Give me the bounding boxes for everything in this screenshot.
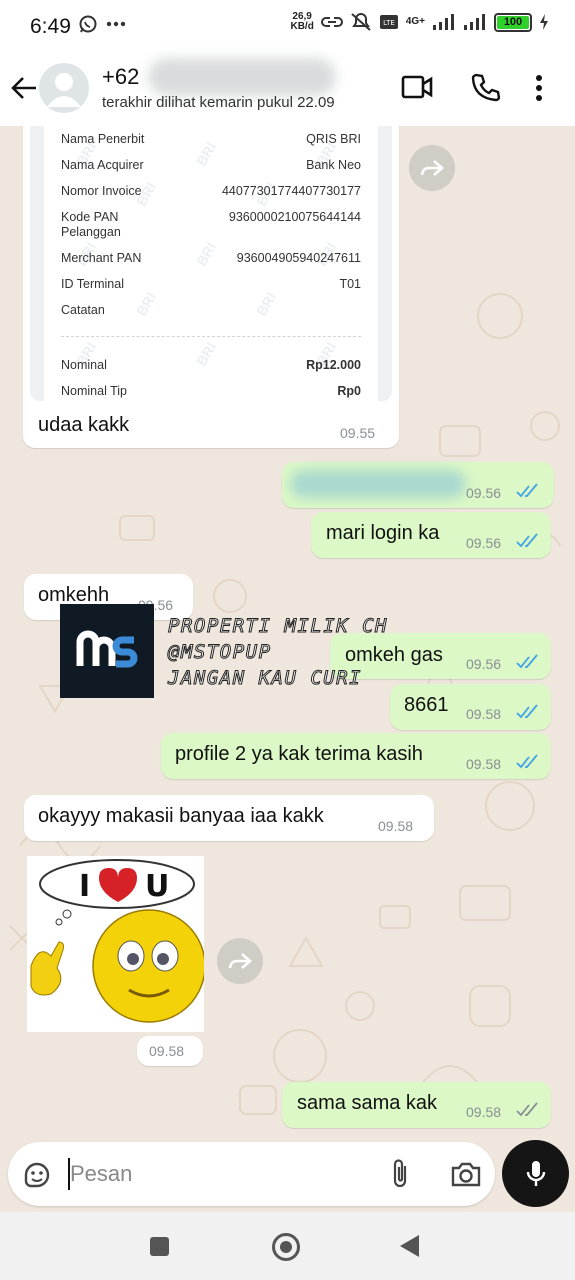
voice-call-icon[interactable]: [470, 72, 500, 102]
chat-header: +62 terakhir dilihat kemarin pukul 22.09: [0, 54, 575, 126]
more-options-icon[interactable]: [535, 74, 543, 102]
message-text: udaa kakk: [38, 414, 130, 436]
message-text: okayyy makasii banyaa iaa kakk: [38, 805, 324, 827]
whatsapp-notification-icon: [79, 15, 97, 33]
message-text: omkeh gas: [345, 644, 443, 666]
message-text: sama sama kak: [297, 1092, 438, 1114]
receipt-label: Nama Acquirer: [61, 158, 144, 172]
read-ticks-icon: [516, 754, 538, 769]
default-avatar-icon: [47, 73, 81, 107]
receipt-value: 936004905940247611: [236, 251, 361, 265]
delivered-ticks-icon: [516, 1102, 538, 1117]
forward-icon: [420, 160, 444, 176]
receipt-label: Nama Penerbit: [61, 132, 145, 146]
voice-record-button[interactable]: [502, 1140, 569, 1207]
receipt-divider: [61, 336, 361, 337]
message-time: 09.58: [378, 818, 414, 834]
mute-icon: [351, 13, 371, 31]
recent-apps-button[interactable]: [150, 1237, 169, 1256]
charging-icon: [540, 14, 548, 30]
receipt-value: T01: [339, 277, 361, 291]
read-ticks-icon: [516, 654, 538, 669]
volte-icon: LTE: [379, 15, 398, 29]
message-time: 09.56: [466, 656, 502, 672]
home-button[interactable]: [272, 1233, 300, 1261]
ms-logo: [60, 604, 154, 698]
message-time: 09.58: [466, 1104, 502, 1120]
status-bar: 6:49 26,9 KB/d LTE 4G+ 100: [0, 0, 575, 54]
message-time: 09.58: [466, 706, 502, 722]
message-text: profile 2 ya kak terima kasih: [175, 743, 423, 765]
receipt-value: Rp12.000: [306, 358, 361, 372]
signal-icon-1: [433, 14, 454, 30]
i-love-you-smiley-sticker: I U: [30, 859, 206, 1023]
receipt-content: BRI BRI BRI BRI BRI BRI BRI BRI BRI BRI BRI BR…: [44, 126, 378, 401]
message-input[interactable]: [70, 1152, 370, 1196]
redacted-name-blur: [148, 58, 336, 96]
system-back-button[interactable]: [400, 1235, 419, 1257]
link-icon: [320, 17, 343, 27]
message-time: 09.58: [466, 756, 502, 772]
status-time: 6:49: [30, 15, 71, 38]
network-speed: 26,9 KB/d: [290, 11, 314, 32]
read-ticks-icon: [516, 704, 538, 719]
message-text: 8661: [404, 694, 449, 716]
svg-text:LTE: LTE: [383, 19, 395, 27]
receipt-label: Nomor Invoice: [61, 184, 142, 198]
receipt-label: Catatan: [61, 303, 105, 317]
receipt-value: QRIS BRI: [306, 132, 361, 146]
last-seen-status: terakhir dilihat kemarin pukul 22.09: [102, 94, 335, 111]
message-time: 09.56: [466, 535, 502, 551]
sticker-letter-i: I: [79, 869, 90, 904]
receipt-value: Rp0: [337, 384, 361, 398]
system-navigation-bar: [0, 1212, 575, 1280]
receipt-value: 44077301774407730177: [221, 184, 361, 198]
receipt-image[interactable]: BRI BRI BRI BRI BRI BRI BRI BRI BRI BRI BRI BR…: [30, 126, 392, 401]
watermark-line: @MSTOPUP: [168, 641, 272, 664]
battery-icon: 100: [494, 12, 532, 32]
microphone-icon: [526, 1160, 545, 1186]
receipt-label: Pelanggan: [61, 225, 121, 239]
back-arrow-icon[interactable]: [10, 75, 38, 101]
more-notifications-icon: [106, 21, 126, 27]
video-call-icon[interactable]: [401, 74, 433, 100]
receipt-label: Nominal: [61, 358, 107, 372]
message-text: mari login ka: [326, 522, 440, 544]
avatar[interactable]: [39, 63, 89, 113]
message-composer: [8, 1142, 495, 1206]
receipt-label: Nominal Tip: [61, 384, 127, 398]
ms-logo-icon: [76, 630, 138, 668]
camera-icon[interactable]: [450, 1160, 482, 1188]
receipt-label: Merchant PAN: [61, 251, 142, 265]
receipt-value: 9360000210075644144: [228, 210, 361, 224]
contact-name[interactable]: +62: [102, 64, 139, 90]
message-time: 09.58: [149, 1043, 185, 1059]
attachment-clip-icon[interactable]: [388, 1158, 412, 1190]
read-ticks-icon: [516, 483, 538, 498]
read-ticks-icon: [516, 533, 538, 548]
forward-button[interactable]: [217, 938, 263, 984]
sticker-emoji-icon[interactable]: [22, 1160, 52, 1190]
network-type: 4G+: [405, 16, 425, 27]
watermark-line: JANGAN KAU CURI: [167, 667, 363, 690]
redacted-text-blur: [290, 470, 466, 498]
sticker-letter-u: U: [145, 869, 169, 904]
message-time: 09.56: [466, 485, 502, 501]
signal-icon-2: [464, 14, 485, 30]
receipt-label: Kode PAN: [61, 210, 119, 224]
forward-icon: [228, 953, 252, 969]
watermark-line: PROPERTI MILIK CH: [168, 615, 388, 638]
receipt-label: ID Terminal: [61, 277, 124, 291]
sticker-message[interactable]: I U: [27, 856, 206, 1032]
forward-button[interactable]: [409, 145, 455, 191]
message-time: 09.55: [340, 425, 376, 441]
receipt-value: Bank Neo: [306, 158, 361, 172]
